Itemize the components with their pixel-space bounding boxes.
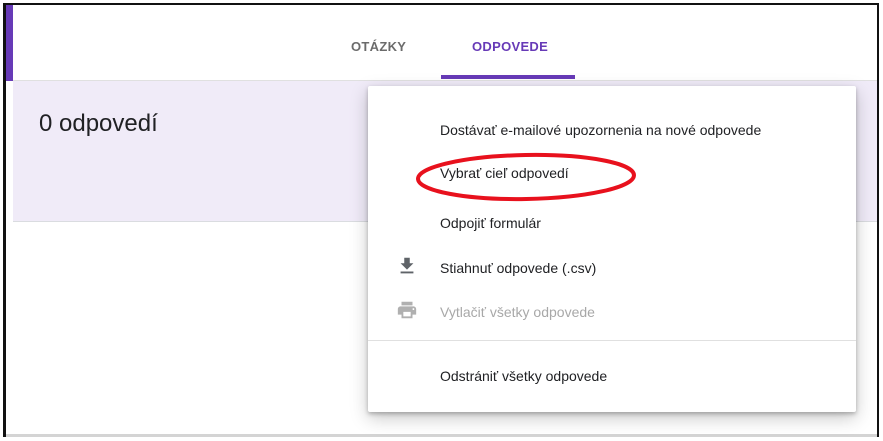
bottom-divider: [6, 434, 877, 437]
download-icon: [400, 257, 414, 274]
print-icon: [397, 301, 417, 319]
response-count: 0 odpovedí: [39, 110, 158, 137]
menu-divider: [368, 340, 856, 341]
top-tab-bar: OTÁZKY ODPOVEDE: [6, 5, 877, 81]
accent-edge: [6, 5, 13, 81]
tab-responses[interactable]: ODPOVEDE: [472, 39, 548, 54]
tab-questions[interactable]: OTÁZKY: [351, 39, 406, 54]
menu-item-email-notifications[interactable]: Dostávať e-mailové upozornenia na nové o…: [440, 122, 761, 138]
menu-item-download-csv[interactable]: Stiahnuť odpovede (.csv): [440, 260, 596, 276]
responses-more-menu: Dostávať e-mailové upozornenia na nové o…: [368, 86, 856, 412]
red-annotation-ellipse: [416, 152, 636, 202]
menu-item-delete-all-responses[interactable]: Odstrániť všetky odpovede: [440, 368, 607, 384]
menu-item-print-all-responses: Vytlačiť všetky odpovede: [440, 304, 595, 320]
menu-item-unlink-form[interactable]: Odpojiť formulár: [440, 215, 541, 231]
active-tab-indicator: [441, 75, 575, 79]
